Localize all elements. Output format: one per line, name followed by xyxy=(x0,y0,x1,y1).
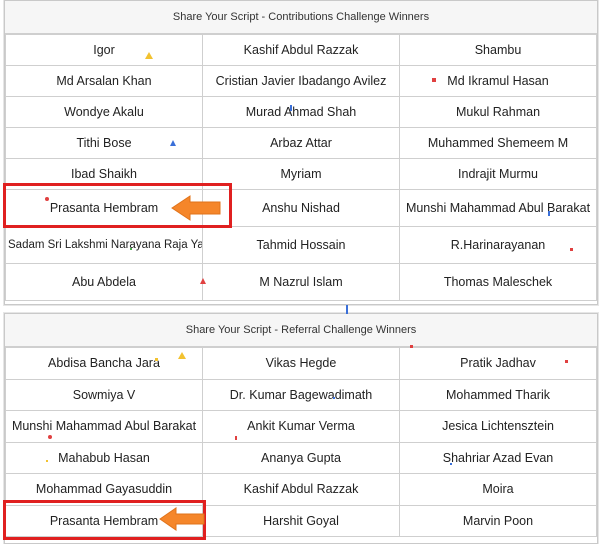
winner-cell: Kashif Abdul Razzak xyxy=(202,473,400,506)
table-row: Wondye Akalu Murad Ahmad Shah Mukul Rahm… xyxy=(5,96,597,128)
winner-cell: Cristian Javier Ibadango Avilez xyxy=(202,65,400,97)
winner-cell: Ananya Gupta xyxy=(202,441,400,474)
winner-cell: Md Arsalan Khan xyxy=(5,65,203,97)
winner-cell: Sadam Sri Lakshmi Narayana Raja Yadav xyxy=(5,226,203,264)
winner-cell: Abdisa Bancha Jara xyxy=(5,347,203,380)
winner-cell: Harshit Goyal xyxy=(202,504,400,537)
winner-cell: Kashif Abdul Razzak xyxy=(202,34,400,66)
winner-cell: Pratik Jadhav xyxy=(399,347,597,380)
contributions-winners-panel: Share Your Script - Contributions Challe… xyxy=(4,0,598,305)
winner-cell: Md Ikramul Hasan xyxy=(399,65,597,97)
left-arrow-icon xyxy=(171,195,221,221)
winner-cell: Indrajit Murmu xyxy=(399,158,597,190)
winner-cell: Dr. Kumar Bagewadimath xyxy=(202,378,400,411)
winner-cell: Shahriar Azad Evan xyxy=(399,441,597,474)
winner-cell: Anshu Nishad xyxy=(202,189,400,227)
winner-cell: R.Harinarayanan xyxy=(399,226,597,264)
left-arrow-icon xyxy=(159,507,205,531)
table-row: Abu Abdela M Nazrul Islam Thomas Malesch… xyxy=(5,263,597,301)
winner-cell: Arbaz Attar xyxy=(202,127,400,159)
winner-cell: Jesica Lichtensztein xyxy=(399,410,597,443)
winner-cell: Abu Abdela xyxy=(5,263,203,301)
winner-cell: Shambu xyxy=(399,34,597,66)
table-row: Md Arsalan Khan Cristian Javier Ibadango… xyxy=(5,65,597,97)
winner-cell: Myriam xyxy=(202,158,400,190)
winner-cell: Munshi Mahammad Abul Barakat xyxy=(399,189,597,227)
winner-cell: Murad Ahmad Shah xyxy=(202,96,400,128)
winner-cell: Munshi Mahammad Abul Barakat xyxy=(5,410,203,443)
winner-cell: Mohammed Tharik xyxy=(399,378,597,411)
referral-title: Share Your Script - Referral Challenge W… xyxy=(5,314,597,347)
contributions-table: Igor Kashif Abdul Razzak Shambu Md Arsal… xyxy=(5,34,597,301)
table-row: Mahabub Hasan Ananya Gupta Shahriar Azad… xyxy=(5,441,597,474)
winner-cell: Wondye Akalu xyxy=(5,96,203,128)
table-row: Tithi Bose Arbaz Attar Muhammed Shemeem … xyxy=(5,127,597,159)
table-row: Sadam Sri Lakshmi Narayana Raja Yadav Ta… xyxy=(5,226,597,264)
contributions-title: Share Your Script - Contributions Challe… xyxy=(5,1,597,34)
winner-cell: Mukul Rahman xyxy=(399,96,597,128)
table-row: Abdisa Bancha Jara Vikas Hegde Pratik Ja… xyxy=(5,347,597,380)
winner-cell: Vikas Hegde xyxy=(202,347,400,380)
winner-cell: Sowmiya V xyxy=(5,378,203,411)
winner-cell: Igor xyxy=(5,34,203,66)
table-row: Sowmiya V Dr. Kumar Bagewadimath Mohamme… xyxy=(5,378,597,411)
winner-cell: Muhammed Shemeem M xyxy=(399,127,597,159)
table-row: Igor Kashif Abdul Razzak Shambu xyxy=(5,34,597,66)
winner-cell: Tahmid Hossain xyxy=(202,226,400,264)
winner-cell: Mahabub Hasan xyxy=(5,441,203,474)
winner-cell: M Nazrul Islam xyxy=(202,263,400,301)
winner-cell: Ankit Kumar Verma xyxy=(202,410,400,443)
winner-cell: Thomas Maleschek xyxy=(399,263,597,301)
winner-cell: Moira xyxy=(399,473,597,506)
winner-cell: Marvin Poon xyxy=(399,504,597,537)
table-row: Munshi Mahammad Abul Barakat Ankit Kumar… xyxy=(5,410,597,443)
